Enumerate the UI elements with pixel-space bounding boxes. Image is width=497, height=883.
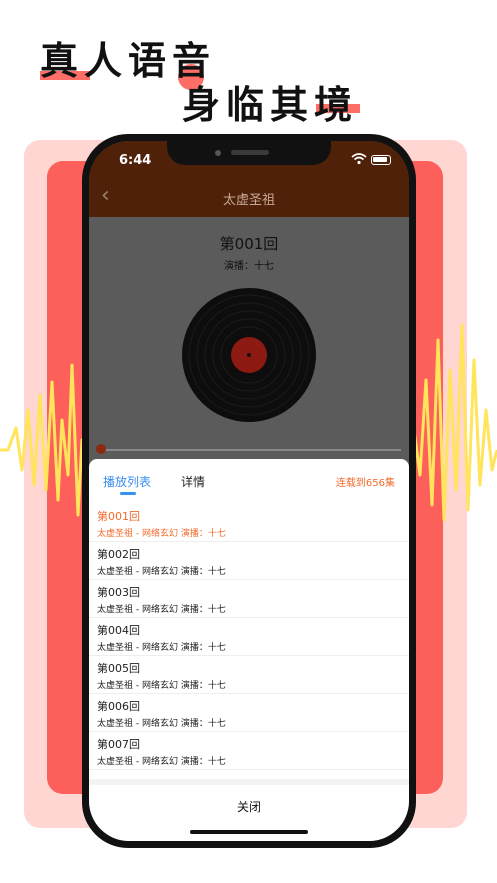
- episode-item-title: 第007回: [97, 738, 140, 751]
- episode-item-title: 第004回: [97, 624, 140, 637]
- episode-item-subtitle: 太虚圣祖 - 网络玄幻 演播：十七: [97, 681, 226, 691]
- progress-track[interactable]: [101, 449, 401, 451]
- tab-details[interactable]: 详情: [181, 473, 205, 490]
- status-time: 6:44: [119, 153, 152, 168]
- episode-item-subtitle: 太虚圣祖 - 网络玄幻 演播：十七: [97, 757, 226, 767]
- episode-item-subtitle: 太虚圣祖 - 网络玄幻 演播：十七: [97, 567, 226, 577]
- speaker-icon: [231, 150, 269, 155]
- episode-item-subtitle: 太虚圣祖 - 网络玄幻 演播：十七: [97, 605, 226, 615]
- episode-item-title: 第006回: [97, 700, 140, 713]
- player-area: 第001回 演播：十七: [89, 217, 409, 467]
- camera-icon: [215, 150, 221, 156]
- home-indicator[interactable]: [190, 830, 308, 834]
- phone-screen: 6:44 ‹ 太虚圣祖 第001回 演播：十七 播放列表 详情 连载到656集 …: [89, 141, 409, 841]
- list-item[interactable]: 第006回 太虚圣祖 - 网络玄幻 演播：十七: [89, 694, 409, 732]
- list-item[interactable]: 第003回 太虚圣祖 - 网络玄幻 演播：十七: [89, 580, 409, 618]
- episode-item-title: 第005回: [97, 662, 140, 675]
- list-item[interactable]: 第005回 太虚圣祖 - 网络玄幻 演播：十七: [89, 656, 409, 694]
- list-item[interactable]: 第007回 太虚圣祖 - 网络玄幻 演播：十七: [89, 732, 409, 770]
- battery-icon: [371, 155, 391, 165]
- nav-title: 太虚圣祖: [222, 193, 275, 208]
- list-item[interactable]: 第002回 太虚圣祖 - 网络玄幻 演播：十七: [89, 542, 409, 580]
- list-item-partial[interactable]: [89, 770, 409, 774]
- list-item[interactable]: 第004回 太虚圣祖 - 网络玄幻 演播：十七: [89, 618, 409, 656]
- vinyl-record-icon[interactable]: [181, 287, 317, 423]
- episode-list[interactable]: 第001回 太虚圣祖 - 网络玄幻 演播：十七 第002回 太虚圣祖 - 网络玄…: [89, 504, 409, 774]
- promo-headline-2: 身临其境: [182, 83, 359, 127]
- tab-playlist[interactable]: 播放列表: [103, 473, 151, 490]
- episode-item-subtitle: 太虚圣祖 - 网络玄幻 演播：十七: [97, 643, 226, 653]
- phone-notch: [167, 141, 331, 165]
- episode-item-title: 第002回: [97, 548, 140, 561]
- episode-item-subtitle: 太虚圣祖 - 网络玄幻 演播：十七: [97, 529, 226, 539]
- episode-item-title: 第003回: [97, 586, 140, 599]
- progress-knob[interactable]: [96, 444, 106, 454]
- close-button[interactable]: 关闭: [89, 779, 409, 823]
- episode-item-subtitle: 太虚圣祖 - 网络玄幻 演播：十七: [97, 719, 226, 729]
- phone-frame: 6:44 ‹ 太虚圣祖 第001回 演播：十七 播放列表 详情 连载到656集 …: [82, 134, 416, 848]
- episode-item-title: 第001回: [97, 510, 140, 523]
- narrator-label: 演播：十七: [224, 261, 274, 272]
- serial-status: 连载到656集: [335, 478, 395, 489]
- playlist-sheet: 播放列表 详情 连载到656集 第001回 太虚圣祖 - 网络玄幻 演播：十七 …: [89, 459, 409, 841]
- wifi-icon: [351, 153, 367, 165]
- episode-title: 第001回: [219, 235, 279, 253]
- status-bar: 6:44: [89, 141, 409, 177]
- nav-bar: ‹ 太虚圣祖: [89, 177, 409, 217]
- tab-indicator: [120, 492, 136, 495]
- list-item[interactable]: 第001回 太虚圣祖 - 网络玄幻 演播：十七: [89, 504, 409, 542]
